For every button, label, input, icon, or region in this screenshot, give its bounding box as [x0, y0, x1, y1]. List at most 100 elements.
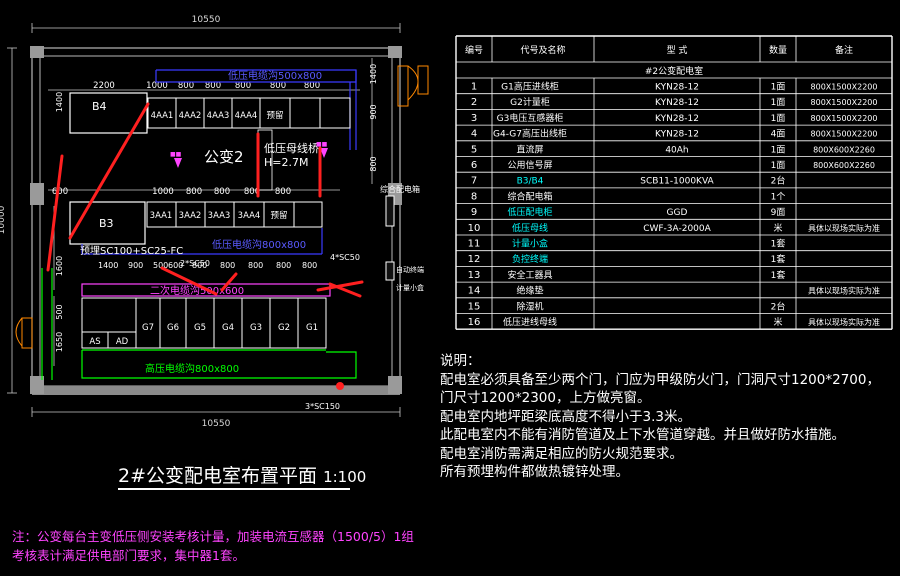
note-line: 此配电室内不能有消防管道及上下水管道穿越。并且做好防水措施。: [440, 427, 845, 443]
table-cell-name: 低压配电柜: [507, 206, 552, 218]
dim-1000-b: 1000: [152, 187, 174, 197]
table-cell-type: KYN28-12: [655, 83, 699, 93]
panel-4aa1: 4AA1: [151, 111, 174, 121]
table-cell-note: 800X600X2260: [813, 145, 875, 154]
svg-text:800: 800: [302, 261, 317, 270]
dim-1650: 1650: [55, 332, 64, 352]
table-cell-no: 6: [471, 160, 477, 171]
panel-3aa1: 3AA1: [150, 211, 173, 221]
table-cell-name: G4-G7高压出线柜: [493, 128, 567, 140]
table-section-title: #2公变配电室: [645, 65, 703, 77]
table-cell-qty: 1个: [771, 191, 786, 202]
table-cell-qty: 9面: [771, 207, 786, 218]
transformer-name: 公变2: [204, 148, 244, 166]
svg-text:1400: 1400: [98, 261, 118, 270]
dim-1400-r: 1400: [369, 64, 378, 84]
terminal-box: [385, 261, 395, 281]
panel-3aa4: 3AA4: [238, 211, 261, 221]
table-cell-qty: 1套: [771, 253, 786, 265]
column-tr: [388, 46, 402, 58]
table-cell-note: 800X1500X2200: [811, 114, 878, 123]
pipe-sc100: 预埋SC100+SC25-FC: [80, 245, 183, 257]
header-no: 编号: [465, 44, 483, 56]
hv-panel-g1: G1: [306, 323, 318, 333]
hv-panel-g5: G5: [194, 323, 206, 333]
note-line: 配电室必须具备至少两个门，门应为甲级防火门，门洞尺寸1200*2700，: [440, 371, 880, 388]
plan-title-underline: [118, 488, 350, 490]
svg-text:900: 900: [128, 261, 143, 270]
panel-3aa3: 3AA3: [208, 211, 231, 221]
table-cell-qty: 2台: [771, 175, 786, 187]
table-cell-name: 公用信号屏: [507, 159, 552, 171]
note-line: 门尺寸1200*2300，上方做亮窗。: [440, 390, 651, 406]
plan-scale: 1:100: [323, 468, 367, 486]
svg-text:800: 800: [220, 261, 235, 270]
dim-1600: 1600: [55, 256, 64, 276]
header-type: 型 式: [667, 44, 688, 56]
dim-900-r: 900: [369, 104, 378, 119]
table-cell-no: 9: [471, 207, 477, 218]
dim-width-bottom: 10550: [202, 419, 231, 429]
dim-500: 500: [55, 304, 64, 319]
door-top-right-icon: [397, 65, 419, 107]
table-cell-type: SCB11-1000KVA: [640, 177, 714, 187]
column-br: [388, 376, 402, 394]
transformer-b3-label: B3: [99, 217, 114, 230]
hv-panel-g2: G2: [278, 323, 290, 333]
header-note: 备注: [835, 44, 853, 56]
table-cell-name: G1高压进线柜: [501, 81, 559, 93]
table-cell-note: 具体以现场实际为准: [808, 317, 880, 327]
table-cell-no: 7: [471, 176, 477, 187]
lv-panels-mid: [146, 201, 323, 228]
svg-text:■■: ■■: [316, 141, 328, 148]
table-cell-qty: 1面: [771, 97, 786, 108]
door-left-icon: [15, 317, 33, 349]
svg-text:800: 800: [248, 261, 263, 270]
terminal-label: 自动终端: [396, 265, 424, 274]
table-cell-qty: 2台: [771, 300, 786, 312]
table-cell-type: KYN28-12: [655, 114, 699, 124]
panel-4aa2: 4AA2: [179, 111, 202, 121]
table-cell-qty: 1套: [771, 238, 786, 250]
combined-distribution-box: [385, 195, 395, 227]
dim-800-g: 800: [214, 187, 230, 197]
table-cell-qty: 1套: [771, 269, 786, 281]
table-cell-qty: 1面: [771, 144, 786, 155]
note-line: 配电室内地坪距梁底高度不得小于3.3米。: [440, 408, 691, 425]
table-cell-type: CWF-3A-2000A: [643, 224, 711, 234]
table-cell-name: B3/B4: [517, 177, 544, 187]
table-cell-name: G2计量柜: [510, 96, 550, 108]
table-cell-name: 绝缘垫: [516, 285, 543, 297]
table-cell-no: 16: [468, 317, 481, 328]
table-cell-note: 800X1500X2200: [811, 83, 878, 92]
table-cell-name: 除湿机: [516, 300, 543, 312]
table-cell-qty: 米: [773, 316, 782, 328]
table-cell-note: 具体以现场实际为准: [808, 286, 880, 296]
dim-1400-l: 1400: [55, 92, 64, 112]
note-line: 配电室消防需满足相应的防火规范要求。: [440, 445, 683, 462]
table-cell-type: KYN28-12: [655, 98, 699, 108]
table-cell-type: KYN28-12: [655, 130, 699, 140]
dim-800-i: 800: [275, 187, 291, 197]
table-cell-no: 1: [471, 82, 477, 93]
table-cell-no: 2: [471, 97, 477, 108]
table-cell-no: 11: [468, 239, 481, 250]
dim-800-r: 800: [369, 156, 378, 171]
table-cell-name: 负控终端: [512, 253, 548, 265]
hv-trench-label: 高压电缆沟800x800: [145, 362, 239, 375]
table-cell-name: 直流屏: [516, 143, 543, 155]
table-cell-qty: 米: [773, 222, 782, 234]
plan-title: 2#公变配电室布置平面 1:100: [118, 461, 366, 488]
panel-spare-mid: 预留: [270, 210, 287, 221]
table-cell-note: 800X1500X2200: [811, 130, 878, 139]
table-cell-note: 具体以现场实际为准: [808, 223, 880, 233]
north-arrow-icon: ■■: [170, 151, 182, 168]
table-cell-no: 3: [471, 113, 477, 124]
table-cell-note: 800X1500X2200: [811, 98, 878, 107]
table-cell-no: 8: [471, 191, 477, 202]
floor-slab-bottom: [32, 386, 400, 395]
busway-label: 低压母线桥: [264, 141, 319, 155]
pipe-3sc150: 3*SC150: [305, 402, 340, 411]
dim-2200: 2200: [93, 81, 115, 91]
table-cell-no: 10: [468, 223, 481, 234]
